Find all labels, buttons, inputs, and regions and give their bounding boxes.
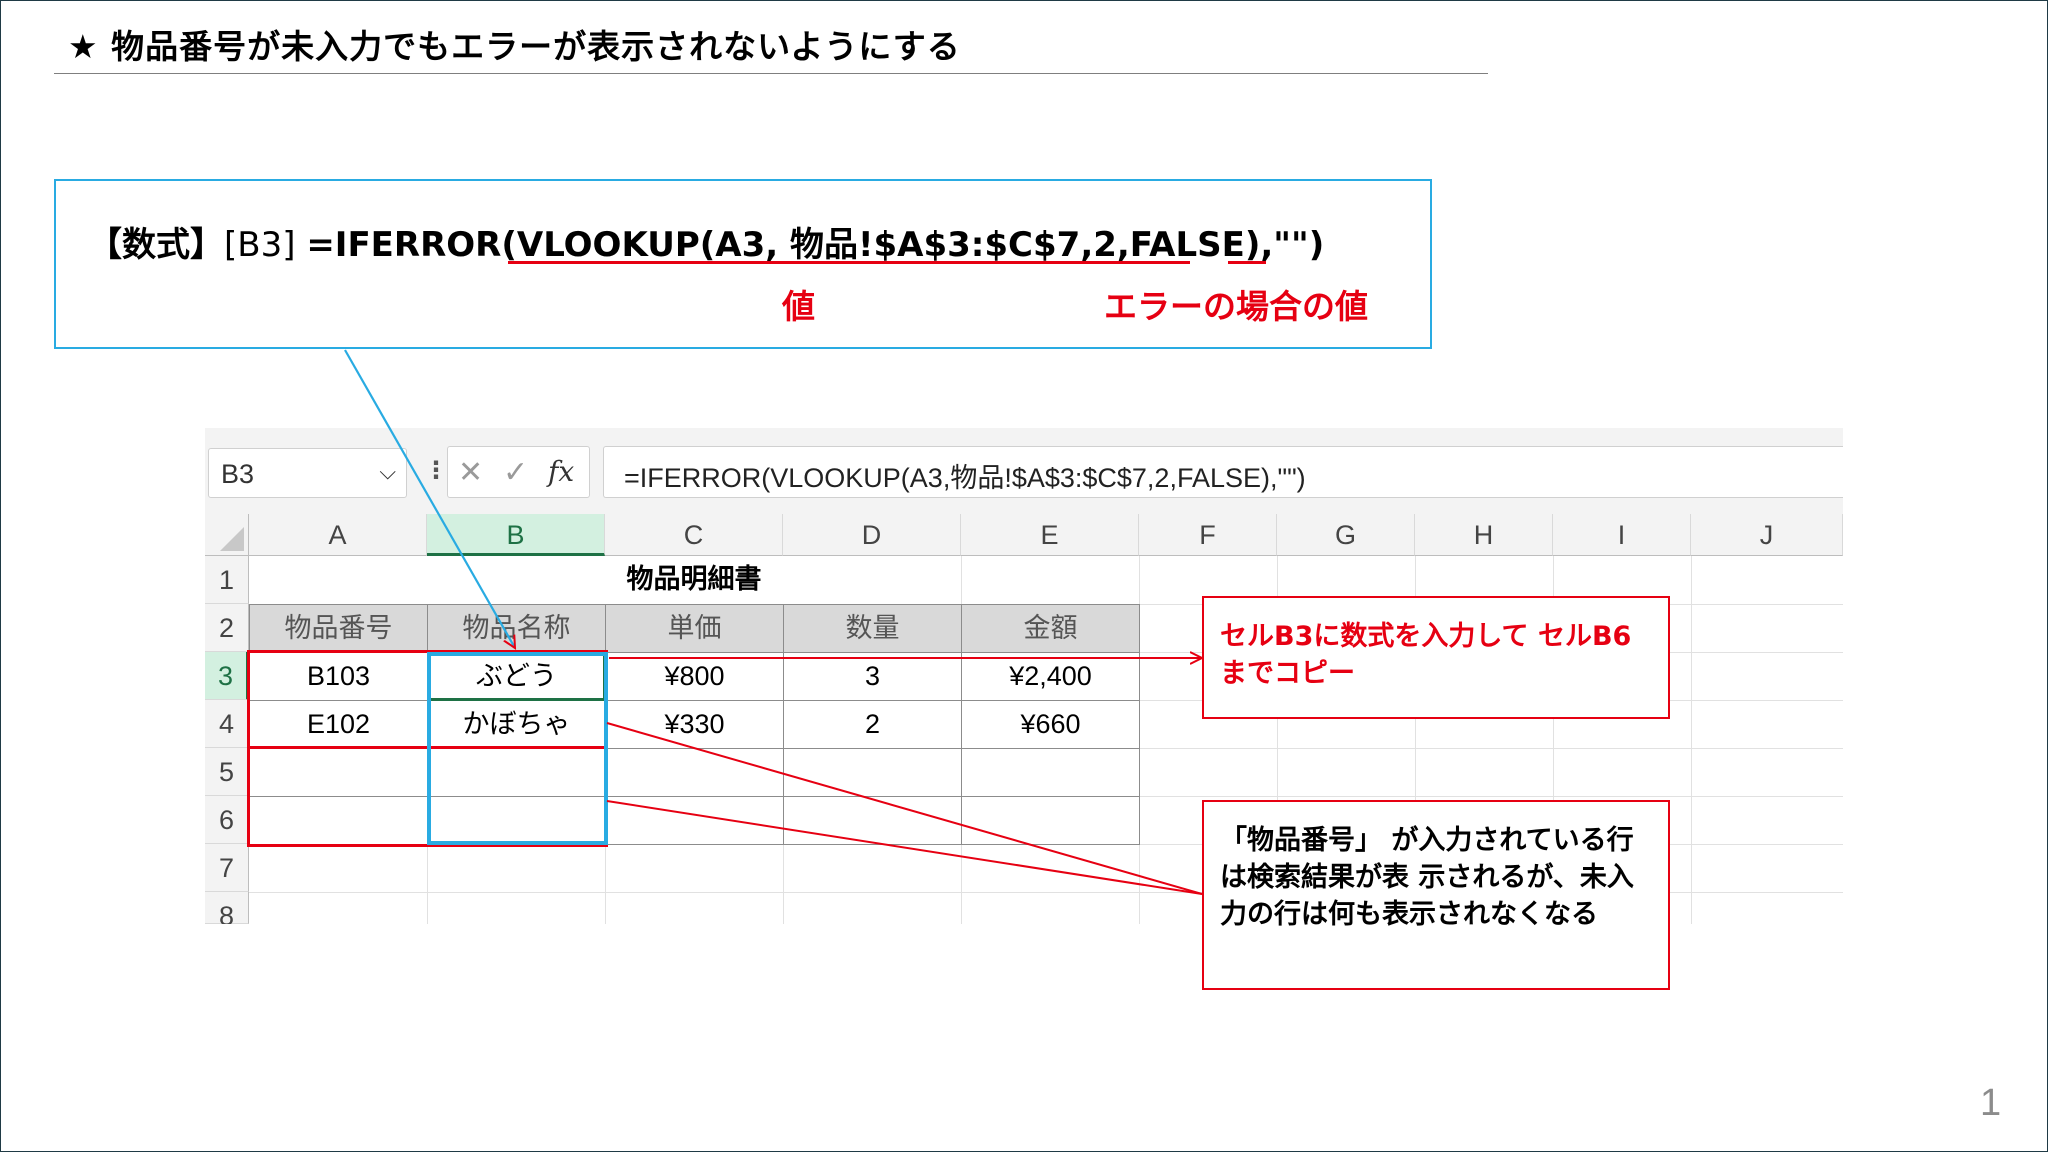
formula-buttons: ✕ ✓ fx	[447, 446, 590, 498]
column-header-c[interactable]: C	[605, 514, 783, 556]
column-header-a[interactable]: A	[249, 514, 427, 556]
row-header-4[interactable]: 4	[205, 700, 249, 748]
formula-value-part: VLOOKUP(A3, 物品!$A$3:$C$7,2,FALSE)	[516, 225, 1261, 265]
formula-label: 【数式】	[88, 225, 224, 265]
formula-text: 【数式】[B3] =IFERROR(VLOOKUP(A3, 物品!$A$3:$C…	[88, 217, 1324, 266]
formula-suffix: )	[1308, 225, 1325, 265]
column-header-e[interactable]: E	[961, 514, 1139, 556]
formula-prefix: =IFERROR(	[306, 225, 517, 265]
name-box[interactable]: B3 ⌵	[208, 448, 407, 498]
row-header-1[interactable]: 1	[205, 556, 249, 604]
chevron-down-icon[interactable]: ⌵	[379, 459, 396, 485]
row-header-5[interactable]: 5	[205, 748, 249, 796]
table-cell[interactable]	[783, 748, 962, 797]
slide-title: ★ 物品番号が未入力でもエラーが表示されないようにする	[68, 27, 961, 66]
table-cell[interactable]	[961, 748, 1140, 797]
table-cell[interactable]: ¥2,400	[961, 652, 1140, 701]
table-header-cell[interactable]: 単価	[605, 604, 784, 653]
copy-instruction-note: セルB3に数式を入力して セルB6までコピー	[1202, 596, 1670, 719]
table-header-cell[interactable]: 数量	[783, 604, 962, 653]
name-box-value: B3	[221, 459, 255, 489]
table-cell[interactable]	[961, 796, 1140, 845]
title-divider	[54, 73, 1488, 74]
row-header-8[interactable]: 8	[205, 892, 249, 924]
formula-input[interactable]: =IFERROR(VLOOKUP(A3,物品!$A$3:$C$7,2,FALSE…	[603, 446, 1843, 498]
table-cell[interactable]: ¥330	[605, 700, 784, 749]
table-cell[interactable]: 2	[783, 700, 962, 749]
table-cell[interactable]	[605, 748, 784, 797]
row-header-2[interactable]: 2	[205, 604, 249, 652]
result-explanation-note: 「物品番号」 が入力されている行は検索結果が表 示されるが、未入力の行は何も表示…	[1202, 800, 1670, 990]
table-header-cell[interactable]: 物品名称	[427, 604, 606, 653]
error-value-underline	[1228, 261, 1266, 264]
table-cell[interactable]	[605, 796, 784, 845]
enter-icon[interactable]: ✓	[503, 455, 528, 490]
value-underline	[508, 261, 1190, 264]
row-header-3[interactable]: 3	[205, 652, 249, 700]
table-cell[interactable]	[783, 796, 962, 845]
row-header-6[interactable]: 6	[205, 796, 249, 844]
formula-cell-ref: [B3]	[224, 225, 296, 265]
column-header-d[interactable]: D	[783, 514, 961, 556]
table-header-cell[interactable]: 金額	[961, 604, 1140, 653]
table-cell[interactable]: ¥800	[605, 652, 784, 701]
row-header-7[interactable]: 7	[205, 844, 249, 892]
table-header-cell[interactable]: 物品番号	[249, 604, 428, 653]
value-annotation: 値	[782, 287, 815, 326]
formula-separator: ,	[1260, 225, 1274, 265]
page-number: 1	[1980, 1082, 2002, 1124]
formula-bar: B3 ⌵ ⋮ ✕ ✓ fx =IFERROR(VLOOKUP(A3,物品!$A$…	[205, 436, 1843, 514]
gridline	[1691, 556, 1692, 924]
formula-range-highlight	[427, 652, 608, 845]
column-header-f[interactable]: F	[1139, 514, 1277, 556]
table-cell[interactable]: ¥660	[961, 700, 1140, 749]
select-all-button[interactable]	[205, 514, 249, 556]
cancel-icon[interactable]: ✕	[458, 455, 483, 490]
column-header-g[interactable]: G	[1277, 514, 1415, 556]
column-header-b[interactable]: B	[427, 514, 605, 556]
table-cell[interactable]: 3	[783, 652, 962, 701]
insert-function-icon[interactable]: fx	[548, 455, 574, 488]
column-header-i[interactable]: I	[1553, 514, 1691, 556]
sheet-title: 物品明細書	[427, 556, 961, 604]
error-value-annotation: エラーの場合の値	[1104, 287, 1368, 326]
more-options-icon[interactable]: ⋮	[424, 456, 448, 484]
column-header-j[interactable]: J	[1691, 514, 1843, 556]
column-header-h[interactable]: H	[1415, 514, 1553, 556]
formula-error-part: ""	[1273, 225, 1309, 265]
